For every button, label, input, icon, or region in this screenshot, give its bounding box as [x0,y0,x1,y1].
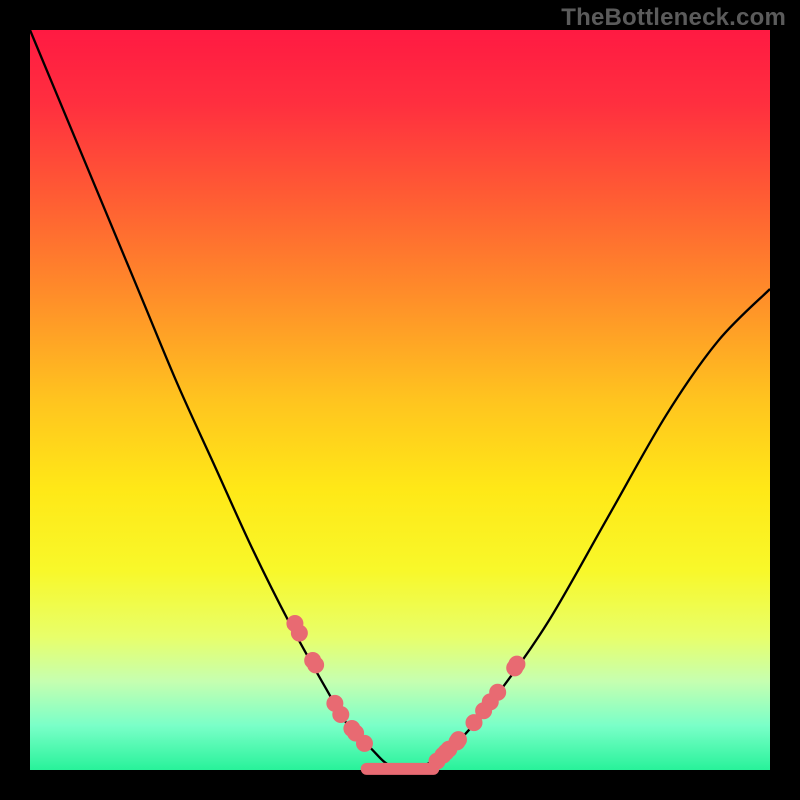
data-marker [450,732,466,748]
data-marker [308,657,324,673]
watermark-text: TheBottleneck.com [561,4,786,32]
data-marker [356,735,372,751]
chart-frame: TheBottleneck.com [0,0,800,800]
data-marker [291,625,307,641]
bottleneck-chart [0,0,800,800]
plot-background [30,30,770,770]
data-marker [509,656,525,672]
data-marker [490,684,506,700]
data-marker [333,707,349,723]
